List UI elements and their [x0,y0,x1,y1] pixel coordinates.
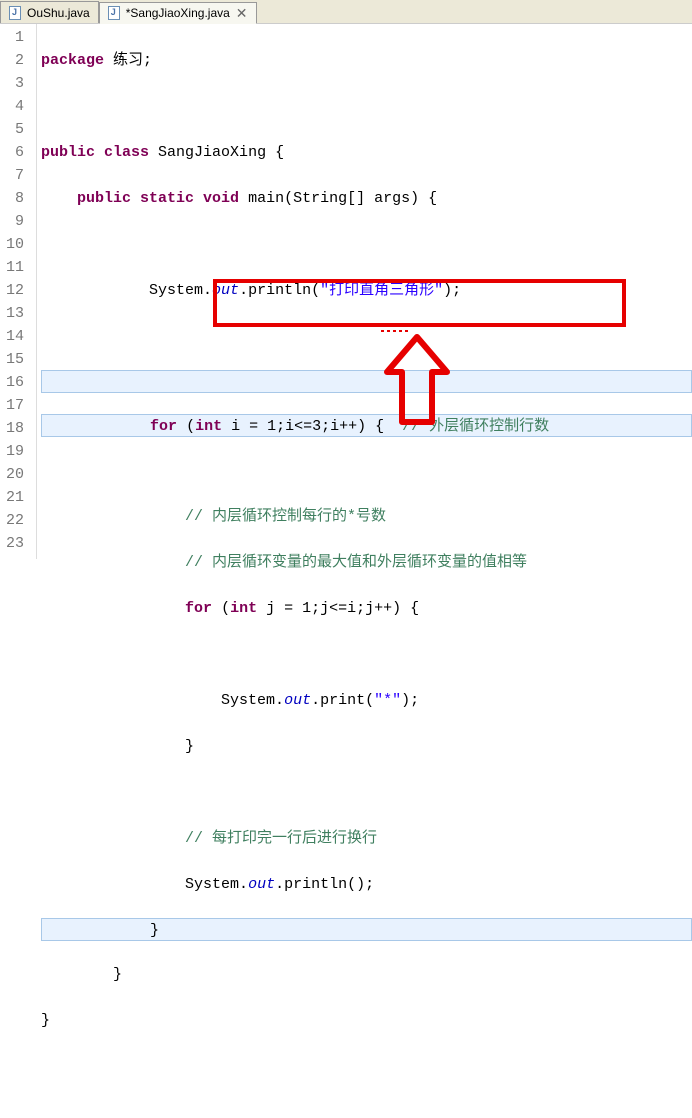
line-number: 1 [6,26,24,49]
line-number: 9 [6,210,24,233]
string: "*" [374,692,401,709]
field: out [212,282,239,299]
code-text [41,508,185,525]
code-text: .print( [311,692,374,709]
code-text: 练习; [104,52,152,69]
line-number: 16 [6,371,24,394]
line-number: 4 [6,95,24,118]
line-number: 8 [6,187,24,210]
tab-label: OuShu.java [27,6,90,20]
line-number: 6 [6,141,24,164]
comment: // 内层循环变量的最大值和外层循环变量的值相等 [185,554,527,571]
code-text: main(String[] args) { [239,190,437,207]
field: out [248,876,275,893]
code-text: ( [177,418,195,435]
line-number: 2 [6,49,24,72]
keyword: for [185,600,212,617]
code-text: .println( [239,282,320,299]
code-text: ( [212,600,230,617]
line-number: 17 [6,394,24,417]
code-text: } [41,738,194,755]
code-text: System. [41,282,212,299]
line-number: 13 [6,302,24,325]
line-number: 3 [6,72,24,95]
keyword: int [230,600,257,617]
field: out [284,692,311,709]
java-file-icon [9,6,23,20]
line-number: 10 [6,233,24,256]
code-text [41,600,185,617]
line-number: 18 [6,417,24,440]
line-number: 15 [6,348,24,371]
editor-tabbar: OuShu.java *SangJiaoXing.java ✕ [0,0,692,24]
keyword: int [195,418,222,435]
close-icon[interactable]: ✕ [236,5,248,22]
code-text [41,830,185,847]
code-text: } [41,966,122,983]
code-text: j = 1;j<=i;j++) { [257,600,419,617]
code-text: System. [41,876,248,893]
java-file-icon [108,6,122,20]
line-number: 22 [6,509,24,532]
code-text: ); [443,282,461,299]
code-text: ); [401,692,419,709]
line-number: 14 [6,325,24,348]
string: "打印直角三角形" [320,282,443,299]
line-number: 5 [6,118,24,141]
line-gutter: 1 2 3 4 5 6 7 8 9 10 11 12 13 14 15 16 1… [0,24,37,559]
code-text: } [42,922,159,939]
code-text: i = 1;i<=3;i++) { [222,418,402,435]
comment: // 每打印完一行后进行换行 [185,830,377,847]
keyword: for [150,418,177,435]
keyword: public static void [41,190,239,207]
line-number: 11 [6,256,24,279]
code-text: SangJiaoXing { [149,144,284,161]
keyword: package [41,52,104,69]
line-number: 23 [6,532,24,555]
editor-pane: 1 2 3 4 5 6 7 8 9 10 11 12 13 14 15 16 1… [0,24,692,559]
tab-label: *SangJiaoXing.java [126,6,230,20]
code-text [41,554,185,571]
line-number: 7 [6,164,24,187]
tab-oushu[interactable]: OuShu.java [0,1,99,23]
code-text: } [41,1012,50,1029]
code-text [42,418,150,435]
line-number: 19 [6,440,24,463]
line-number: 21 [6,486,24,509]
keyword: public class [41,144,149,161]
comment: // 内层循环控制每行的*号数 [185,508,386,525]
code-text: .println(); [275,876,374,893]
tab-sangjiaoxing[interactable]: *SangJiaoXing.java ✕ [99,2,257,24]
line-number: 12 [6,279,24,302]
line-number: 20 [6,463,24,486]
code-text: System. [41,692,284,709]
comment: // 外层循环控制行数 [402,418,549,435]
code-area[interactable]: package 练习; public class SangJiaoXing { … [37,24,692,559]
